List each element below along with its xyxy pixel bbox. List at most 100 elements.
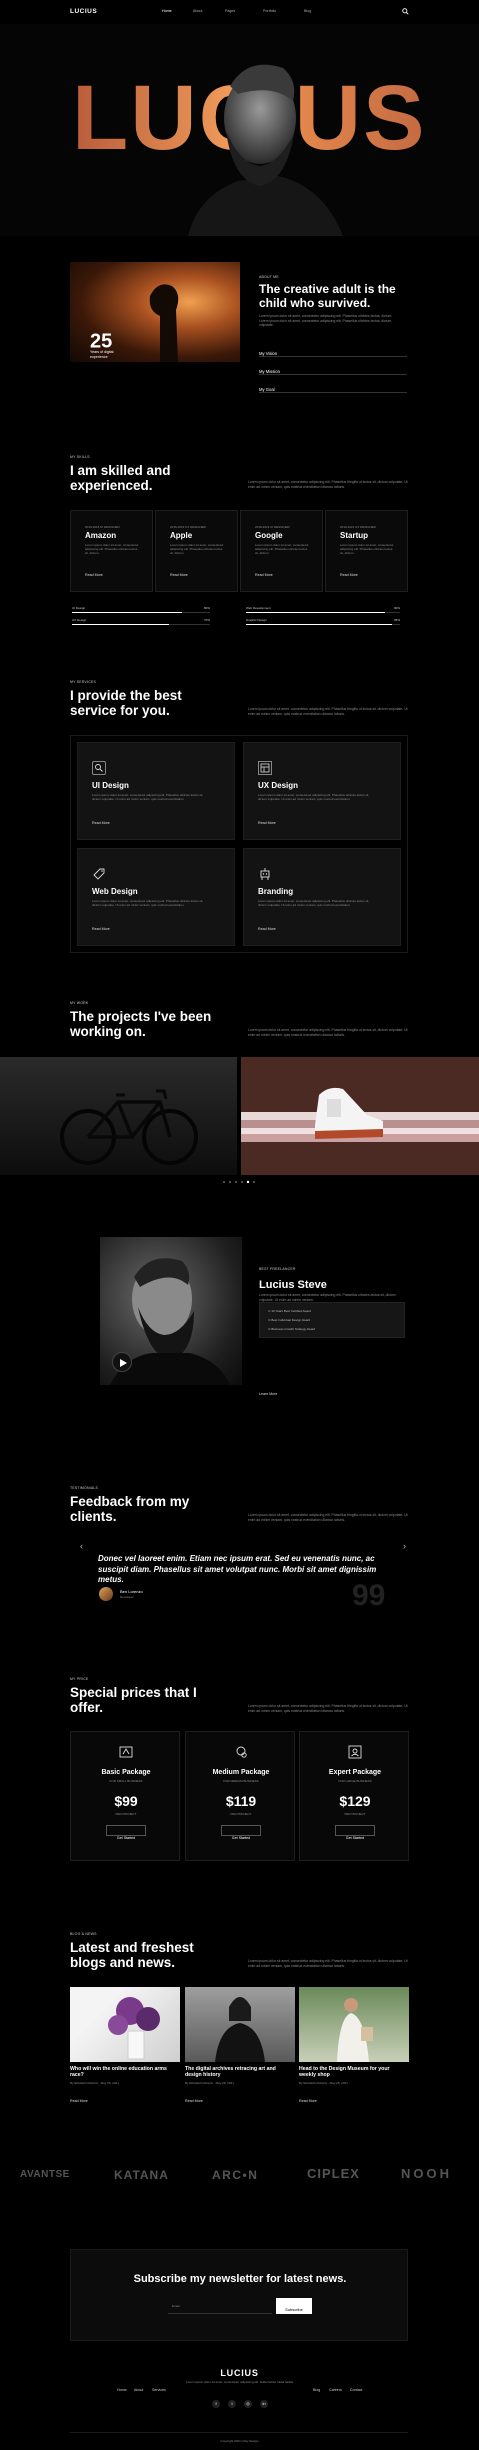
email-field[interactable]: Email bbox=[168, 2298, 272, 2314]
job-read-more[interactable]: Read More bbox=[340, 573, 358, 577]
skill-bar: UI Design 80% bbox=[72, 606, 210, 616]
play-button[interactable] bbox=[112, 1352, 132, 1372]
profile-label: BEST FREELANCER bbox=[259, 1267, 296, 1271]
skill-name: UX Design bbox=[72, 618, 87, 622]
footer-link-home[interactable]: Home bbox=[117, 2388, 127, 2392]
get-started-button[interactable]: Get Started bbox=[106, 1825, 146, 1840]
blog-post[interactable]: Head to the Design Museum for your weekl… bbox=[299, 1987, 409, 2107]
subscribe-label: Subscribe bbox=[285, 2307, 303, 2312]
service-read-more[interactable]: Read More bbox=[258, 821, 276, 825]
nav-logo[interactable]: LUCIUS bbox=[70, 8, 97, 15]
plan-sub: FOR MEDIUM BUSINESS bbox=[223, 1779, 259, 1783]
accordion-goal[interactable]: My Goal bbox=[259, 378, 407, 393]
services-grid: UI Design Lorem ipsum dolor sit amet, co… bbox=[70, 735, 408, 953]
search-icon[interactable] bbox=[402, 8, 409, 15]
project-sneaker[interactable] bbox=[241, 1057, 479, 1175]
skill-percent: 95% bbox=[393, 618, 400, 622]
post-read-more[interactable]: Read More bbox=[299, 2099, 317, 2103]
testimonial-role: Developer bbox=[120, 1595, 134, 1599]
award-text: Business Growth Strategy Award bbox=[271, 1327, 316, 1331]
plan-per: PER PROJECT bbox=[115, 1812, 137, 1816]
plan-per: PER PROJECT bbox=[230, 1812, 252, 1816]
testimonials-label: TESTIMONIALS bbox=[70, 1486, 99, 1490]
service-read-more[interactable]: Read More bbox=[92, 821, 110, 825]
service-text: Lorem ipsum dolor sit amet, consectetur … bbox=[92, 793, 204, 801]
job-text: Lorem ipsum dolor sit amet, consectetur … bbox=[85, 543, 139, 555]
avatar bbox=[99, 1587, 113, 1601]
blog-post[interactable]: The digital archives retracing art and d… bbox=[185, 1987, 295, 2107]
nav-home[interactable]: Home bbox=[162, 9, 172, 13]
nav-about[interactable]: About bbox=[193, 9, 202, 13]
linkedin-icon[interactable]: in bbox=[260, 2400, 268, 2408]
service-text: Lorem ipsum dolor sit amet, consectetur … bbox=[258, 899, 370, 907]
job-read-more[interactable]: Read More bbox=[255, 573, 273, 577]
footer-logo[interactable]: LUCIUS bbox=[0, 2368, 479, 2378]
top-nav: LUCIUS Home About Pages Portfolio Blog bbox=[0, 0, 479, 24]
email-placeholder: Email bbox=[172, 2304, 180, 2308]
nav-blog[interactable]: Blog bbox=[304, 9, 311, 13]
service-read-more[interactable]: Read More bbox=[92, 927, 110, 931]
job-read-more[interactable]: Read More bbox=[170, 573, 188, 577]
twitter-icon[interactable]: t bbox=[228, 2400, 236, 2408]
get-started-button[interactable]: Get Started bbox=[335, 1825, 375, 1840]
nav-portfolio[interactable]: Portfolio bbox=[263, 9, 276, 13]
post-read-more[interactable]: Read More bbox=[70, 2099, 88, 2103]
footer-text: Lorem ipsum dolor sit amet, consectetur … bbox=[185, 2380, 295, 2384]
skill-percent: 70% bbox=[203, 618, 210, 622]
service-name: UX Design bbox=[258, 781, 299, 790]
layout-icon bbox=[258, 761, 272, 775]
next-arrow-icon[interactable]: › bbox=[403, 1541, 406, 1551]
carousel-dots[interactable] bbox=[222, 1180, 258, 1184]
get-started-button[interactable]: Get Started bbox=[221, 1825, 261, 1840]
job-read-more[interactable]: Read More bbox=[85, 573, 103, 577]
footer-link-contact[interactable]: Contact bbox=[350, 2388, 362, 2392]
job-cards: 2015-2018 UI DESIGNER Amazon Lorem ipsum… bbox=[70, 510, 410, 592]
plan-name: Expert Package bbox=[328, 1769, 382, 1776]
prev-arrow-icon[interactable]: ‹ bbox=[80, 1541, 83, 1551]
job-text: Lorem ipsum dolor sit amet, consectetur … bbox=[255, 543, 309, 555]
footer-link-blog[interactable]: Blog bbox=[313, 2388, 320, 2392]
subscribe-button[interactable]: Subscribe bbox=[276, 2298, 312, 2314]
price-card: Basic Package FOR SMALL BUSINESS $99 PER… bbox=[70, 1731, 180, 1861]
work-title: The projects I've been working on. bbox=[70, 1009, 212, 1039]
service-card: Branding Lorem ipsum dolor sit amet, con… bbox=[243, 848, 401, 946]
job-years: 2015-2018 UI DESIGNER bbox=[85, 525, 120, 529]
post-image bbox=[70, 1987, 180, 2062]
footer-link-about[interactable]: About bbox=[134, 2388, 143, 2392]
blog-post[interactable]: Who will win the online education arms r… bbox=[70, 1987, 180, 2107]
footer-divider bbox=[70, 2432, 408, 2433]
facebook-icon[interactable]: f bbox=[212, 2400, 220, 2408]
skill-percent: 90% bbox=[393, 606, 400, 610]
testimonial-quote: Donec vel laoreet enim. Etiam nec ipsum … bbox=[98, 1554, 377, 1584]
skill-bar: Graphic Design 95% bbox=[246, 618, 400, 628]
instagram-icon[interactable]: ◎ bbox=[244, 2400, 252, 2408]
settings-icon bbox=[233, 1744, 249, 1760]
footer-link-services[interactable]: Services bbox=[152, 2388, 166, 2392]
project-bike[interactable] bbox=[0, 1057, 237, 1175]
skills-label: MY SKILLS bbox=[70, 455, 90, 459]
pricing-text: Lorem ipsum dolor sit amet, consectetur … bbox=[248, 1704, 408, 1713]
price-card: Medium Package FOR MEDIUM BUSINESS $119 … bbox=[185, 1731, 295, 1861]
learn-more-link[interactable]: Learn More bbox=[259, 1392, 277, 1396]
plan-name: Basic Package bbox=[101, 1769, 151, 1776]
newsletter-title: Subscribe my newsletter for latest news. bbox=[133, 2273, 347, 2285]
award-list: ⊙ 10 Years Best Certified Award ⊙ Best I… bbox=[259, 1302, 405, 1338]
footer-link-careers[interactable]: Careers bbox=[329, 2388, 342, 2392]
accordion-vision[interactable]: My Vision bbox=[259, 342, 407, 357]
post-read-more[interactable]: Read More bbox=[185, 2099, 203, 2103]
award-item: ⊙ 10 Years Best Certified Award bbox=[268, 1309, 311, 1313]
service-name: Web Design bbox=[92, 887, 138, 896]
brand-logo: CIPLEX bbox=[307, 2166, 360, 2181]
service-read-more[interactable]: Read More bbox=[258, 927, 276, 931]
plan-name: Medium Package bbox=[212, 1769, 270, 1776]
blog-text: Lorem ipsum dolor sit amet, consectetur … bbox=[248, 1959, 408, 1968]
services-label: MY SERVICES bbox=[70, 680, 96, 684]
magnifier-icon bbox=[92, 761, 106, 775]
button-label: Get Started bbox=[345, 1836, 365, 1840]
accordion-mission[interactable]: My Mission bbox=[259, 360, 407, 375]
nav-pages[interactable]: Pages bbox=[225, 9, 235, 13]
plan-price: $129 bbox=[339, 1793, 371, 1809]
job-years: 2016-2019 UX DESIGNER bbox=[170, 525, 206, 529]
job-company: Amazon bbox=[85, 531, 117, 540]
skill-name: Graphic Design bbox=[246, 618, 267, 622]
